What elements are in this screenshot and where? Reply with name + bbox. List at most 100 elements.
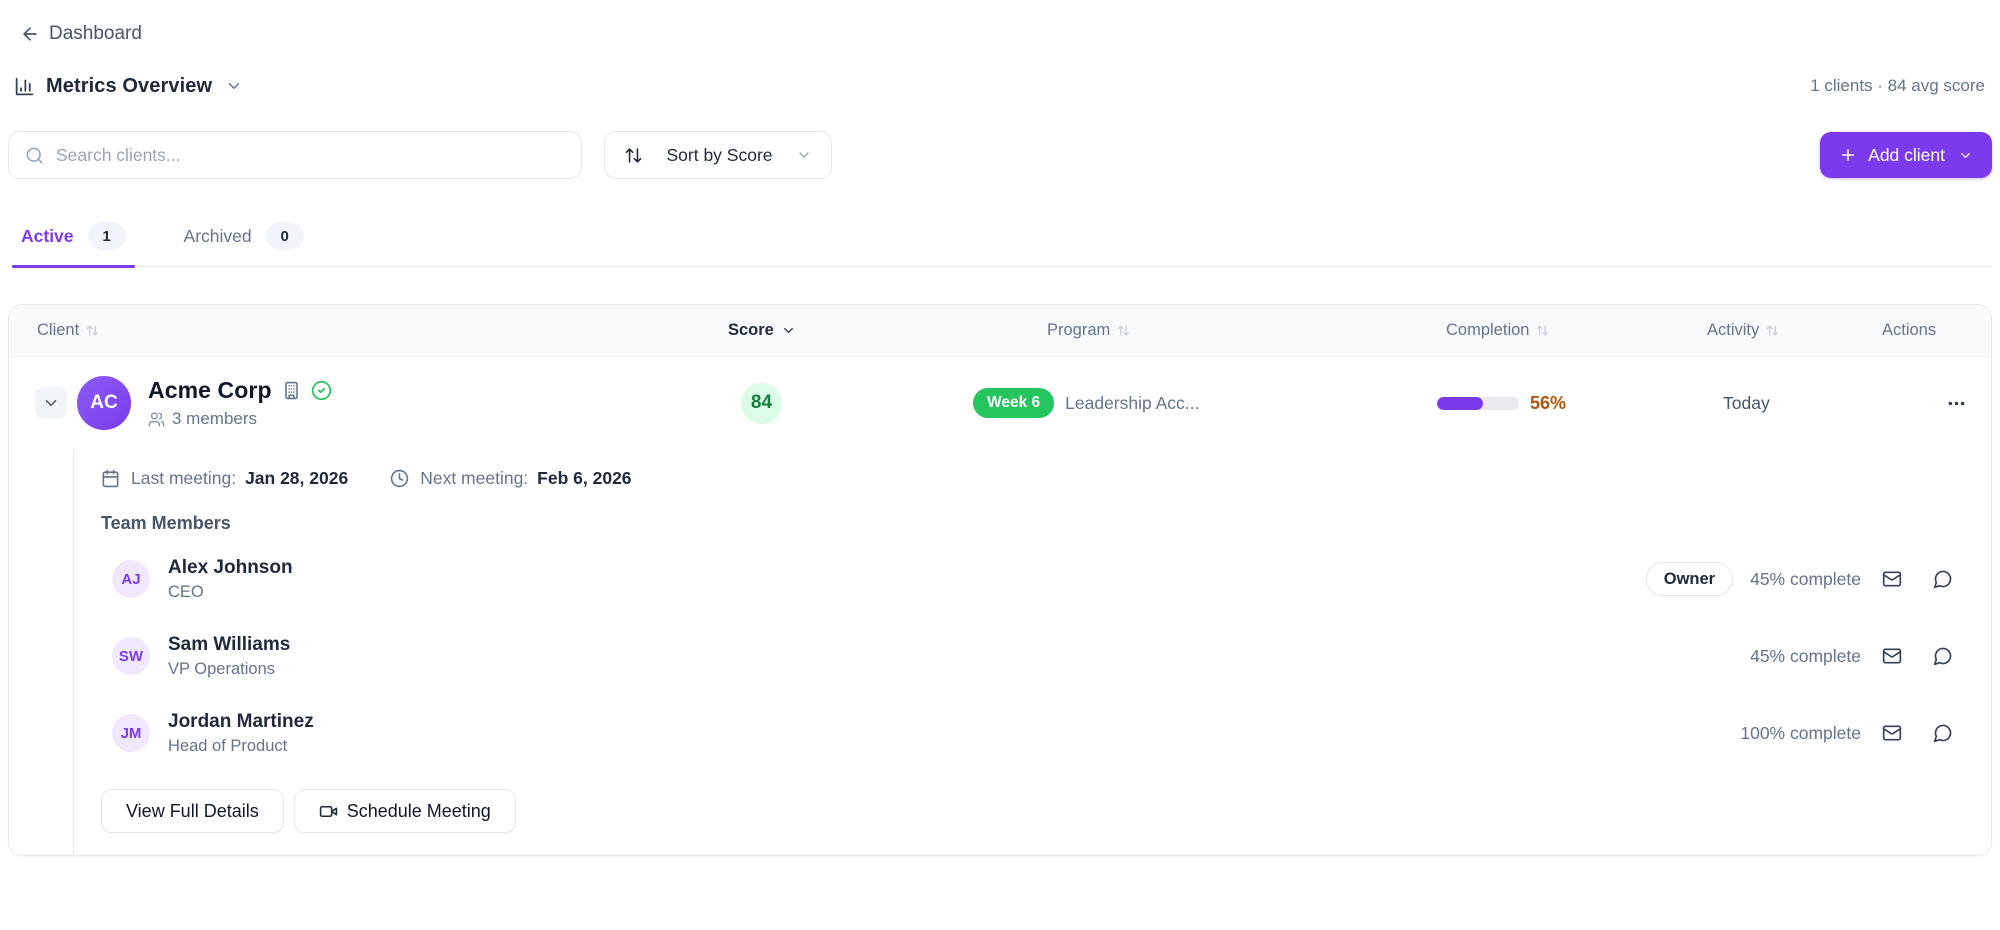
- tab-archived-count-badge: 0: [265, 222, 304, 250]
- sort-label: Sort by Score: [666, 144, 773, 165]
- mail-icon: [1882, 723, 1902, 743]
- member-role: CEO: [168, 582, 204, 601]
- team-members-title: Team Members: [101, 513, 231, 533]
- client-avatar: AC: [77, 376, 131, 430]
- tab-archived[interactable]: Archived 0: [175, 222, 313, 266]
- owner-badge: Owner: [1645, 562, 1734, 596]
- message-member-button[interactable]: [1925, 638, 1961, 674]
- last-meeting-label: Last meeting:: [131, 467, 237, 488]
- calendar-icon: [101, 469, 120, 488]
- back-label: Dashboard: [49, 23, 142, 44]
- tab-archived-label: Archived: [183, 225, 252, 246]
- expand-row-button[interactable]: [35, 387, 67, 419]
- building-icon: [282, 381, 301, 400]
- member-name: Alex Johnson: [168, 556, 293, 578]
- tab-active-count-badge: 1: [87, 222, 126, 250]
- view-title: Metrics Overview: [46, 74, 213, 97]
- member-avatar: AJ: [112, 560, 150, 598]
- chat-bubble-icon: [1933, 646, 1953, 666]
- sort-arrows-icon: [1117, 324, 1130, 337]
- table-header-row: Client Score Program Completion Activity…: [9, 305, 1991, 357]
- chevron-down-icon: [781, 323, 796, 338]
- message-member-button[interactable]: [1925, 715, 1961, 751]
- completion-fill: [1437, 396, 1483, 410]
- client-dashboard-page: Dashboard Metrics Overview 1 clients · 8…: [0, 0, 2000, 930]
- sort-arrows-icon: [1536, 324, 1549, 337]
- email-member-button[interactable]: [1874, 561, 1910, 597]
- column-header-program[interactable]: Program: [1015, 321, 1435, 340]
- chevron-down-icon: [42, 394, 60, 412]
- member-role: Head of Product: [168, 736, 288, 755]
- member-progress: 45% complete: [1750, 645, 1861, 666]
- chevron-down-icon: [796, 147, 812, 163]
- client-details-panel: Last meeting: Jan 28, 2026 Next meeting:…: [73, 449, 1991, 855]
- tab-active[interactable]: Active 1: [12, 222, 135, 268]
- member-name: Sam Williams: [168, 633, 291, 655]
- schedule-meeting-button[interactable]: Schedule Meeting: [293, 789, 516, 833]
- view-full-details-button[interactable]: View Full Details: [101, 789, 284, 833]
- client-name: Acme Corp: [148, 377, 272, 403]
- score-badge: 84: [741, 382, 782, 424]
- column-header-actions: Actions: [1882, 321, 1937, 339]
- users-icon: [148, 411, 165, 428]
- team-member-row: SW Sam Williams VP Operations 45% comple…: [101, 627, 1961, 685]
- sort-button[interactable]: Sort by Score: [604, 131, 832, 179]
- chevron-down-icon: [225, 77, 243, 95]
- mail-icon: [1882, 569, 1902, 589]
- plus-icon: [1839, 146, 1857, 164]
- member-progress: 45% complete: [1750, 568, 1861, 589]
- schedule-meeting-label: Schedule Meeting: [346, 800, 491, 821]
- team-members-list: AJ Alex Johnson CEO Owner 45% complete S…: [101, 550, 1961, 762]
- clients-table: Client Score Program Completion Activity…: [8, 304, 1992, 856]
- sort-arrows-icon: [86, 324, 99, 337]
- next-meeting-label: Next meeting:: [420, 467, 529, 488]
- arrow-left-icon: [20, 24, 40, 44]
- member-avatar: SW: [112, 637, 150, 675]
- message-member-button[interactable]: [1925, 561, 1961, 597]
- email-member-button[interactable]: [1874, 715, 1910, 751]
- bar-chart-icon: [14, 76, 35, 97]
- last-meeting-value: Jan 28, 2026: [245, 467, 349, 488]
- column-header-completion[interactable]: Completion: [1435, 321, 1695, 340]
- member-role: VP Operations: [168, 659, 276, 678]
- view-details-label: View Full Details: [126, 800, 259, 821]
- verified-check-icon: [311, 380, 332, 401]
- sort-arrows-icon: [1766, 324, 1779, 337]
- team-member-row: JM Jordan Martinez Head of Product 100% …: [101, 704, 1961, 762]
- column-header-activity[interactable]: Activity: [1695, 321, 1865, 340]
- column-header-score[interactable]: Score: [725, 321, 1015, 340]
- member-progress: 100% complete: [1740, 722, 1861, 743]
- status-tabs: Active 1 Archived 0: [8, 222, 1992, 268]
- add-client-label: Add client: [1868, 144, 1945, 165]
- search-icon: [25, 146, 44, 165]
- week-badge: Week 6: [973, 388, 1055, 418]
- clock-icon: [390, 469, 409, 488]
- client-row[interactable]: AC Acme Corp 3 members 84 Week 6 Leaders…: [9, 357, 1991, 449]
- metrics-view-selector[interactable]: Metrics Overview: [14, 75, 243, 98]
- chat-bubble-icon: [1933, 569, 1953, 589]
- video-camera-icon: [319, 802, 338, 821]
- member-avatar: JM: [112, 714, 150, 752]
- row-actions-menu-button[interactable]: [1937, 384, 1975, 422]
- chat-bubble-icon: [1933, 723, 1953, 743]
- sort-arrows-icon: [624, 146, 643, 165]
- activity-value: Today: [1723, 392, 1770, 413]
- search-input[interactable]: [56, 144, 565, 166]
- completion-progress-bar: [1437, 396, 1519, 410]
- search-box: [8, 131, 582, 179]
- member-name: Jordan Martinez: [168, 710, 314, 732]
- chevron-down-icon: [1958, 148, 1973, 163]
- members-count-label: 3 members: [172, 409, 258, 428]
- column-header-client[interactable]: Client: [9, 321, 725, 340]
- next-meeting-value: Feb 6, 2026: [537, 467, 632, 488]
- add-client-button[interactable]: Add client: [1820, 132, 1992, 178]
- back-to-dashboard-link[interactable]: Dashboard: [20, 23, 142, 45]
- ellipsis-icon: [1946, 393, 1967, 414]
- email-member-button[interactable]: [1874, 638, 1910, 674]
- tab-active-label: Active: [21, 225, 74, 246]
- mail-icon: [1882, 646, 1902, 666]
- clients-summary: 1 clients · 84 avg score: [1810, 76, 1985, 95]
- completion-percent: 56%: [1530, 392, 1567, 413]
- team-member-row: AJ Alex Johnson CEO Owner 45% complete: [101, 550, 1961, 608]
- program-name: Leadership Acc...: [1065, 392, 1200, 413]
